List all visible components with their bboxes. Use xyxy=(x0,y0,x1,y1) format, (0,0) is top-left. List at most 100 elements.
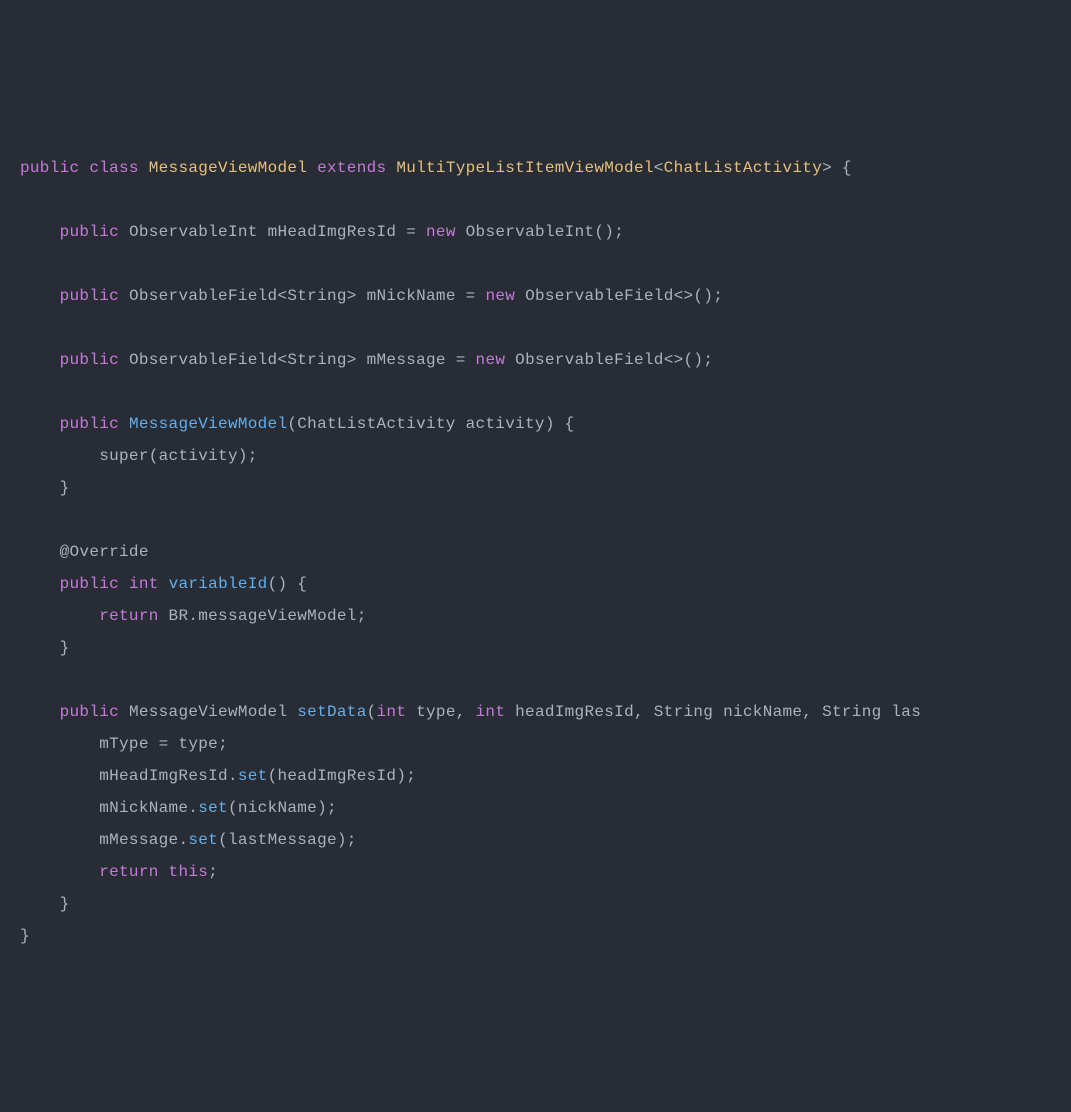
field-msg: mMessage xyxy=(367,351,446,369)
paren-open: ( xyxy=(684,351,694,369)
method-set: set xyxy=(188,831,218,849)
paren-open: ( xyxy=(149,447,159,465)
paren-open: ( xyxy=(228,799,238,817)
paren-open: ( xyxy=(268,767,278,785)
paren-open: ( xyxy=(218,831,228,849)
method-setdata: setData xyxy=(297,703,366,721)
semicolon: ; xyxy=(218,735,228,753)
semicolon: ; xyxy=(327,799,337,817)
type-observablefield: ObservableField xyxy=(515,351,664,369)
paren-close: ) xyxy=(238,447,248,465)
arg-head: headImgResId xyxy=(277,767,396,785)
method-set: set xyxy=(198,799,228,817)
dot: . xyxy=(178,831,188,849)
equals: = xyxy=(396,223,426,241)
field-nick: mNickName xyxy=(367,287,456,305)
keyword-int: int xyxy=(377,703,407,721)
paren-close: ) xyxy=(396,767,406,785)
code-block: public class MessageViewModel extends Mu… xyxy=(20,152,1051,952)
angle-close: > xyxy=(347,287,357,305)
field-head: mHeadImgResId xyxy=(99,767,228,785)
angle-close: > xyxy=(347,351,357,369)
semicolon: ; xyxy=(713,287,723,305)
paren-open: ( xyxy=(693,287,703,305)
field-type: mType xyxy=(99,735,149,753)
keyword-public: public xyxy=(60,351,119,369)
keyword-new: new xyxy=(485,287,515,305)
keyword-return: return xyxy=(99,863,158,881)
dot: . xyxy=(228,767,238,785)
type-observablefield: ObservableField xyxy=(525,287,674,305)
brace-open: { xyxy=(565,415,575,433)
angle-open: < xyxy=(654,159,664,177)
type-string: String xyxy=(287,287,346,305)
setdata-params: headImgResId, String nickName, String la… xyxy=(505,703,921,721)
paren-close: ) xyxy=(604,223,614,241)
keyword-class: class xyxy=(89,159,139,177)
semicolon: ; xyxy=(248,447,258,465)
angle-empty: <> xyxy=(664,351,684,369)
paren-close: ) xyxy=(703,287,713,305)
keyword-public: public xyxy=(20,159,79,177)
class-name-super: MultiTypeListItemViewModel xyxy=(396,159,653,177)
keyword-new: new xyxy=(426,223,456,241)
dot: . xyxy=(188,799,198,817)
semicolon: ; xyxy=(208,863,218,881)
field-msg: mMessage xyxy=(99,831,178,849)
brace-open: { xyxy=(297,575,307,593)
class-name-main: MessageViewModel xyxy=(149,159,307,177)
angle-open: < xyxy=(277,287,287,305)
brace-close: } xyxy=(60,895,70,913)
field-nick: mNickName xyxy=(99,799,188,817)
semicolon: ; xyxy=(406,767,416,785)
keyword-public: public xyxy=(60,223,119,241)
keyword-extends: extends xyxy=(317,159,386,177)
keyword-public: public xyxy=(60,415,119,433)
keyword-return: return xyxy=(99,607,158,625)
semicolon: ; xyxy=(347,831,357,849)
method-variableid: variableId xyxy=(169,575,268,593)
annotation-override: @Override xyxy=(60,543,149,561)
brace-open: { xyxy=(842,159,852,177)
arg-nick: nickName xyxy=(238,799,317,817)
semicolon: ; xyxy=(703,351,713,369)
return-type: MessageViewModel xyxy=(129,703,287,721)
paren-close: ) xyxy=(277,575,287,593)
arg-type: type xyxy=(178,735,218,753)
semicolon: ; xyxy=(614,223,624,241)
keyword-public: public xyxy=(60,575,119,593)
paren-open: ( xyxy=(367,703,377,721)
type-observablefield: ObservableField xyxy=(129,287,278,305)
brace-close: } xyxy=(60,479,70,497)
paren-close: ) xyxy=(545,415,555,433)
super-call: super xyxy=(99,447,149,465)
keyword-public: public xyxy=(60,703,119,721)
paren-close: ) xyxy=(317,799,327,817)
keyword-new: new xyxy=(476,351,506,369)
paren-open: ( xyxy=(268,575,278,593)
brace-close: } xyxy=(60,639,70,657)
method-set: set xyxy=(238,767,268,785)
paren-close: ) xyxy=(693,351,703,369)
type-observableint: ObservableInt xyxy=(466,223,595,241)
angle-open: < xyxy=(277,351,287,369)
keyword-public: public xyxy=(60,287,119,305)
equals: = xyxy=(446,351,476,369)
constructor-name: MessageViewModel xyxy=(129,415,287,433)
paren-open: ( xyxy=(287,415,297,433)
ctor-param: ChatListActivity activity xyxy=(297,415,545,433)
keyword-int: int xyxy=(476,703,506,721)
equals: = xyxy=(456,287,486,305)
paren-open: ( xyxy=(594,223,604,241)
paren-close: ) xyxy=(337,831,347,849)
type-observablefield: ObservableField xyxy=(129,351,278,369)
angle-empty: <> xyxy=(674,287,694,305)
keyword-this: this xyxy=(169,863,209,881)
br-ref: BR.messageViewModel xyxy=(169,607,357,625)
ctor-arg: activity xyxy=(159,447,238,465)
angle-close: > xyxy=(822,159,832,177)
setdata-params: type, xyxy=(406,703,475,721)
keyword-int: int xyxy=(129,575,159,593)
type-string: String xyxy=(287,351,346,369)
arg-msg: lastMessage xyxy=(228,831,337,849)
